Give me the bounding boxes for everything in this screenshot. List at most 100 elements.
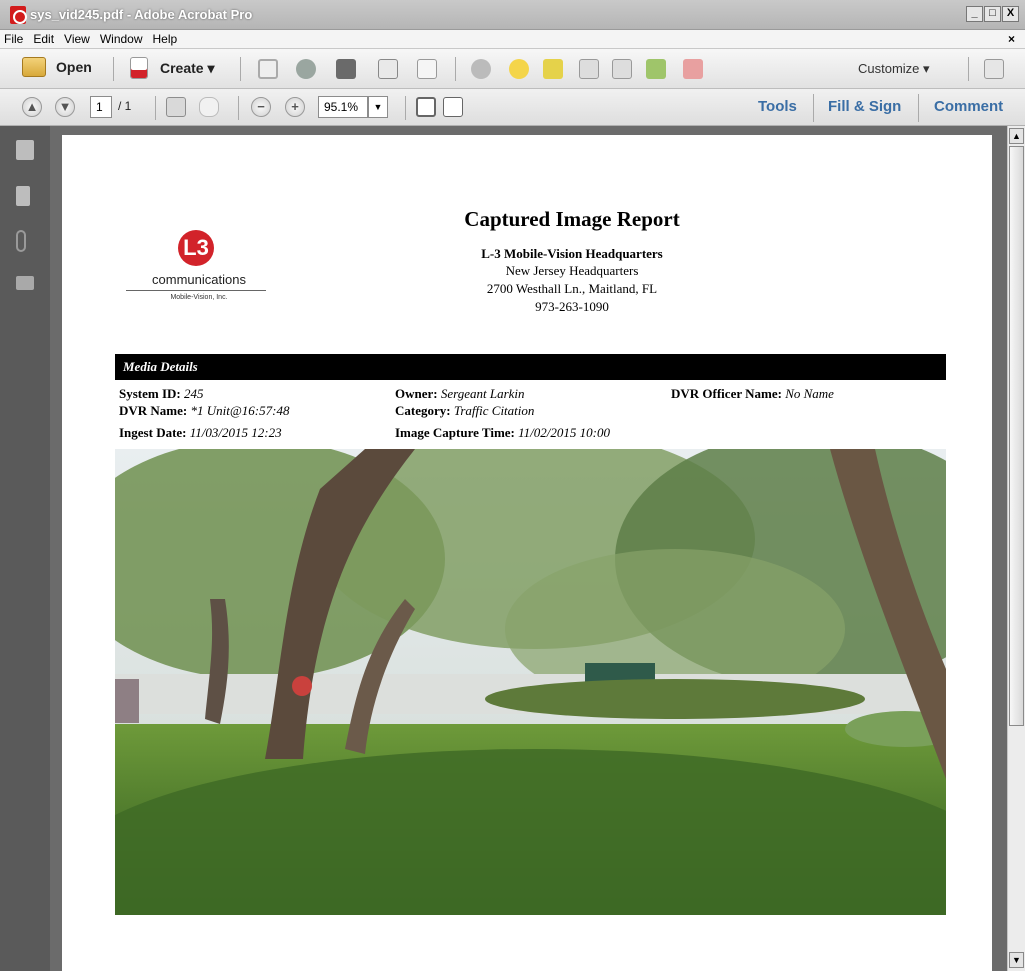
toolbar-divider [813, 94, 814, 122]
category-value: Traffic Citation [453, 403, 535, 418]
report-title: Captured Image Report [464, 207, 680, 231]
settings-gear-icon[interactable] [471, 59, 491, 79]
bookmarks-icon[interactable] [16, 186, 30, 206]
capture-time-field: Image Capture Time: 11/02/2015 10:00 [395, 425, 610, 441]
menu-window[interactable]: Window [100, 32, 143, 46]
open-label: Open [56, 59, 92, 75]
category-field: Category: Traffic Citation [395, 403, 534, 419]
next-page-icon[interactable]: ▼ [55, 97, 75, 117]
title-bar: sys_vid245.pdf - Adobe Acrobat Pro _ □ X [0, 0, 1025, 30]
toolbar-divider [918, 94, 919, 122]
page-number-input[interactable]: 1 [90, 96, 112, 118]
select-cursor-icon[interactable] [166, 97, 186, 117]
page-thumbnails-icon[interactable] [16, 140, 34, 160]
customize-dropdown[interactable]: Customize ▾ [858, 61, 930, 77]
previous-page-icon[interactable]: ▲ [22, 97, 42, 117]
dvr-name-label: DVR Name: [119, 403, 188, 418]
cloud-upload-icon[interactable] [296, 59, 316, 79]
open-button[interactable]: Open [22, 57, 92, 77]
logo-divider [126, 290, 266, 291]
window-controls: _ □ X [966, 6, 1019, 22]
vertical-scrollbar[interactable]: ▲ ▼ [1007, 126, 1025, 971]
save-icon[interactable] [258, 59, 278, 79]
export-icon[interactable] [646, 59, 666, 79]
full-screen-icon[interactable] [443, 97, 463, 117]
owner-value: Sergeant Larkin [440, 386, 525, 401]
comment-bubble-icon[interactable] [509, 59, 529, 79]
hand-tool-icon[interactable] [199, 97, 219, 117]
edit-document-icon[interactable] [378, 59, 398, 79]
zoom-dropdown-chevron-icon[interactable]: ▼ [368, 96, 388, 118]
system-id-field: System ID: 245 [119, 386, 204, 402]
capture-time-label: Image Capture Time: [395, 425, 515, 440]
email-icon[interactable] [417, 59, 437, 79]
toolbar-divider [405, 96, 406, 120]
system-id-value: 245 [184, 386, 204, 401]
toolbar-divider [455, 57, 456, 81]
menu-view[interactable]: View [64, 32, 90, 46]
comment-pane-button[interactable]: Comment [934, 98, 1003, 115]
page-total: / 1 [118, 99, 132, 113]
tools-pane-button[interactable]: Tools [758, 98, 797, 115]
print-icon[interactable] [336, 59, 356, 79]
document-close-button[interactable]: × [1008, 32, 1015, 46]
toolbar-divider [968, 57, 969, 81]
maximize-button[interactable]: □ [984, 6, 1001, 22]
highlight-text-icon[interactable] [543, 59, 563, 79]
org-name: L-3 Mobile-Vision Headquarters [481, 246, 663, 261]
media-details-header: Media Details [115, 354, 946, 380]
zoom-out-icon[interactable]: − [251, 97, 271, 117]
navigation-pane [0, 126, 50, 971]
acrobat-window: sys_vid245.pdf - Adobe Acrobat Pro _ □ X… [0, 0, 1025, 971]
owner-label: Owner: [395, 386, 438, 401]
create-button[interactable]: Create ▾ [130, 57, 215, 79]
toolbar-divider [240, 57, 241, 81]
minimize-button[interactable]: _ [966, 6, 983, 22]
hq-name: New Jersey Headquarters [505, 263, 639, 278]
search-document-icon[interactable] [612, 59, 632, 79]
scroll-thumb[interactable] [1009, 146, 1024, 726]
system-id-label: System ID: [119, 386, 181, 401]
scroll-up-arrow-icon[interactable]: ▲ [1009, 128, 1024, 144]
close-button[interactable]: X [1002, 6, 1019, 22]
l3-logo-mark: L3 [178, 230, 214, 266]
menu-edit[interactable]: Edit [33, 32, 54, 46]
sign-document-icon[interactable] [683, 59, 703, 79]
document-viewport: L3 communications Mobile-Vision, Inc. Ca… [50, 126, 1007, 971]
expand-icon[interactable] [984, 59, 1004, 79]
attachments-paperclip-icon[interactable] [16, 230, 26, 252]
pdf-page: L3 communications Mobile-Vision, Inc. Ca… [62, 135, 992, 971]
officer-name-field: DVR Officer Name: No Name [671, 386, 834, 402]
zoom-input[interactable]: 95.1% [318, 96, 368, 118]
folder-icon [22, 57, 46, 77]
captured-photo-scene [115, 449, 946, 915]
officer-name-value: No Name [785, 386, 834, 401]
signatures-icon[interactable] [16, 276, 34, 290]
logo-wordmark: communications [152, 272, 246, 287]
owner-field: Owner: Sergeant Larkin [395, 386, 525, 402]
hq-phone: 973-263-1090 [535, 299, 609, 314]
menu-file[interactable]: File [4, 32, 23, 46]
pdf-app-icon [10, 6, 27, 24]
fill-and-sign-pane-button[interactable]: Fill & Sign [828, 98, 901, 115]
main-toolbar: Open Create ▾ Customize ▾ [0, 49, 1025, 89]
ingest-date-label: Ingest Date: [119, 425, 187, 440]
section-title: Media Details [123, 359, 198, 374]
captured-photo [115, 449, 946, 915]
fit-page-icon[interactable] [416, 97, 436, 117]
officer-name-label: DVR Officer Name: [671, 386, 782, 401]
navigation-toolbar: ▲ ▼ 1 / 1 − + 95.1% ▼ Tools Fill & Sign … [0, 89, 1025, 126]
toolbar-divider [238, 96, 239, 120]
create-label: Create ▾ [160, 59, 215, 76]
category-label: Category: [395, 403, 451, 418]
remove-page-icon[interactable] [579, 59, 599, 79]
create-pdf-icon [130, 57, 148, 79]
toolbar-divider [155, 96, 156, 120]
menu-help[interactable]: Help [153, 32, 178, 46]
zoom-in-icon[interactable]: + [285, 97, 305, 117]
scroll-down-arrow-icon[interactable]: ▼ [1009, 952, 1024, 968]
toolbar-divider [113, 57, 114, 81]
menu-bar: File Edit View Window Help × [0, 30, 1025, 49]
window-title: sys_vid245.pdf - Adobe Acrobat Pro [30, 7, 253, 22]
capture-time-value: 11/02/2015 10:00 [518, 425, 610, 440]
